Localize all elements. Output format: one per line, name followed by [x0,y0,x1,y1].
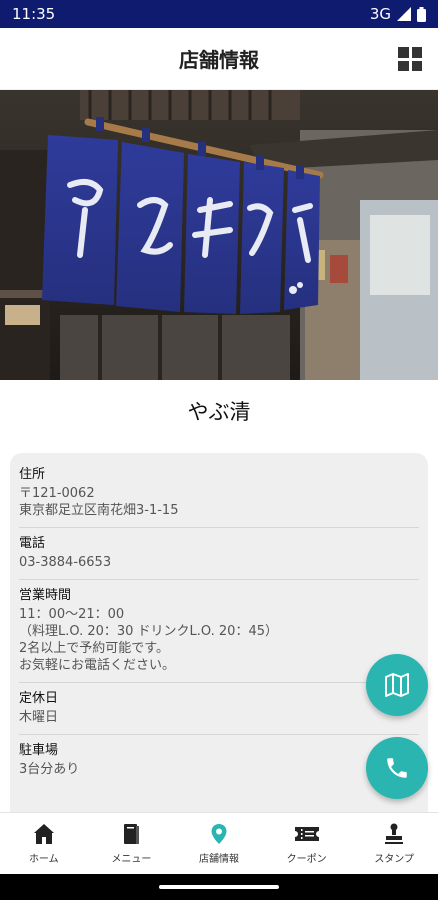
nav-coupon[interactable]: クーポン [263,813,351,874]
hours-row: 営業時間 11：00〜21：00 （料理L.O. 20：30 ドリンクL.O. … [19,580,419,683]
nav-menu[interactable]: メニュー [88,813,176,874]
shop-photo [0,90,438,380]
nav-stamp-label: スタンプ [374,854,415,865]
closed-day-value: 木曜日 [19,710,59,725]
shop-name: やぶ清 [187,400,251,424]
nav-home[interactable]: ホーム [0,813,88,874]
home-icon [33,824,54,844]
home-gesture-handle[interactable] [159,885,279,889]
nav-shop-info-label: 店舗情報 [198,854,239,865]
app-header: 店舗情報 [0,28,438,90]
bottom-nav: ホーム メニュー 店舗情報 クーポン スタンプ [0,812,438,874]
page-title: 店舗情報 [179,48,259,72]
phone-icon [387,758,407,778]
grid-menu-icon[interactable] [398,47,422,71]
ticket-icon [294,827,319,841]
address-label: 住所 [19,467,46,482]
call-button[interactable] [366,737,428,799]
phone-row[interactable]: 電話 03-3884-6653 [19,528,419,580]
phone-value[interactable]: 03-3884-6653 [19,554,419,571]
signal-icon [397,7,411,21]
battery-icon [417,6,426,22]
status-bar: 11:35 3G [0,0,438,28]
hours-label: 営業時間 [19,588,72,603]
closed-day-label: 定休日 [19,691,59,706]
nav-home-label: ホーム [28,854,59,865]
location-pin-icon [211,824,227,844]
address-value: 〒121-0062 東京都足立区南花畑3-1-15 [19,486,179,518]
hours-value: 11：00〜21：00 （料理L.O. 20：30 ドリンクL.O. 20：45… [19,607,278,673]
network-type: 3G [369,5,391,23]
parking-row: 駐車場 3台分あり [19,735,419,786]
closed-day-row: 定休日 木曜日 [19,683,419,735]
parking-label: 駐車場 [19,743,59,758]
map-icon [385,673,409,697]
shop-photo-illustration [0,90,438,380]
nav-stamp[interactable]: スタンプ [350,813,438,874]
nav-coupon-label: クーポン [286,854,327,865]
address-row: 住所 〒121-0062 東京都足立区南花畑3-1-15 [19,459,419,528]
parking-value: 3台分あり [19,762,80,777]
stamp-icon [385,823,404,844]
book-icon [124,824,140,844]
phone-label: 電話 [19,536,46,551]
nav-shop-info[interactable]: 店舗情報 [175,813,263,874]
nav-menu-label: メニュー [111,854,152,865]
map-button[interactable] [366,654,428,716]
status-indicators: 3G [370,5,426,23]
status-time: 11:35 [12,5,56,23]
system-nav-bar [0,874,438,900]
